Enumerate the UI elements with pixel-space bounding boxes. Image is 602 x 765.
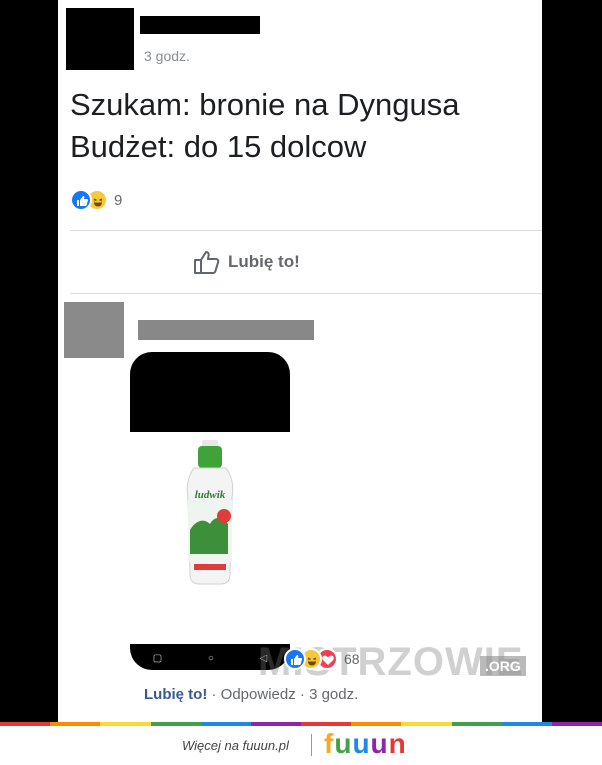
footer-separator	[311, 734, 312, 756]
comment-reaction-count: 68	[344, 651, 360, 667]
logo-letter: u	[334, 728, 353, 759]
comment-timestamp[interactable]: 3 godz.	[309, 686, 358, 703]
post-reactions[interactable]: 9	[70, 188, 122, 212]
separator: ·	[295, 686, 310, 703]
color-stripe	[0, 722, 602, 726]
like-icon	[284, 648, 306, 670]
commenter-name-redacted[interactable]	[138, 320, 314, 340]
divider	[70, 230, 542, 231]
fuuun-logo[interactable]: fuuun	[324, 728, 407, 760]
phone-photo[interactable]: ludwik ▢ ○ ◁	[130, 352, 290, 670]
comment-reply-link[interactable]: Odpowiedz	[221, 686, 296, 703]
like-icon	[70, 189, 92, 211]
poster-name-redacted[interactable]	[140, 16, 260, 34]
logo-letter: u	[352, 728, 371, 759]
like-button-label: Lubię to!	[228, 252, 300, 271]
home-nav-icon: ○	[207, 653, 214, 664]
poster-avatar-redacted[interactable]	[66, 8, 134, 70]
separator: ·	[207, 686, 221, 703]
comment-actions: Lubię to! · Odpowiedz · 3 godz.	[144, 686, 358, 703]
comment-reactions[interactable]: 68	[284, 648, 360, 670]
logo-letter: f	[324, 728, 335, 759]
logo-letter: u	[370, 728, 389, 759]
logo-letter: n	[388, 728, 407, 759]
like-button[interactable]: Lubię to!	[192, 248, 300, 276]
commenter-avatar-redacted[interactable]	[64, 302, 124, 358]
post-reaction-count: 9	[114, 191, 123, 209]
recent-nav-icon: ▢	[152, 653, 163, 664]
post-timestamp[interactable]: 3 godz.	[144, 48, 190, 64]
watermark-suffix: .ORG	[480, 656, 526, 676]
divider	[70, 293, 542, 294]
post-card: 3 godz. Szukam: bronie na Dyngusa Budżet…	[58, 0, 542, 722]
site-footer: Więcej na fuuun.pl fuuun	[0, 722, 602, 765]
post-text: Szukam: bronie na Dyngusa Budżet: do 15 …	[70, 87, 460, 164]
thumbs-up-outline-icon	[194, 251, 220, 274]
phone-screen: ludwik	[130, 432, 290, 644]
dish-soap-bottle-image: ludwik	[186, 440, 234, 585]
bottle-brand-label: ludwik	[195, 489, 226, 501]
footer-link-text[interactable]: Więcej na fuuun.pl	[182, 738, 289, 753]
comment-like-link[interactable]: Lubię to!	[144, 686, 207, 703]
